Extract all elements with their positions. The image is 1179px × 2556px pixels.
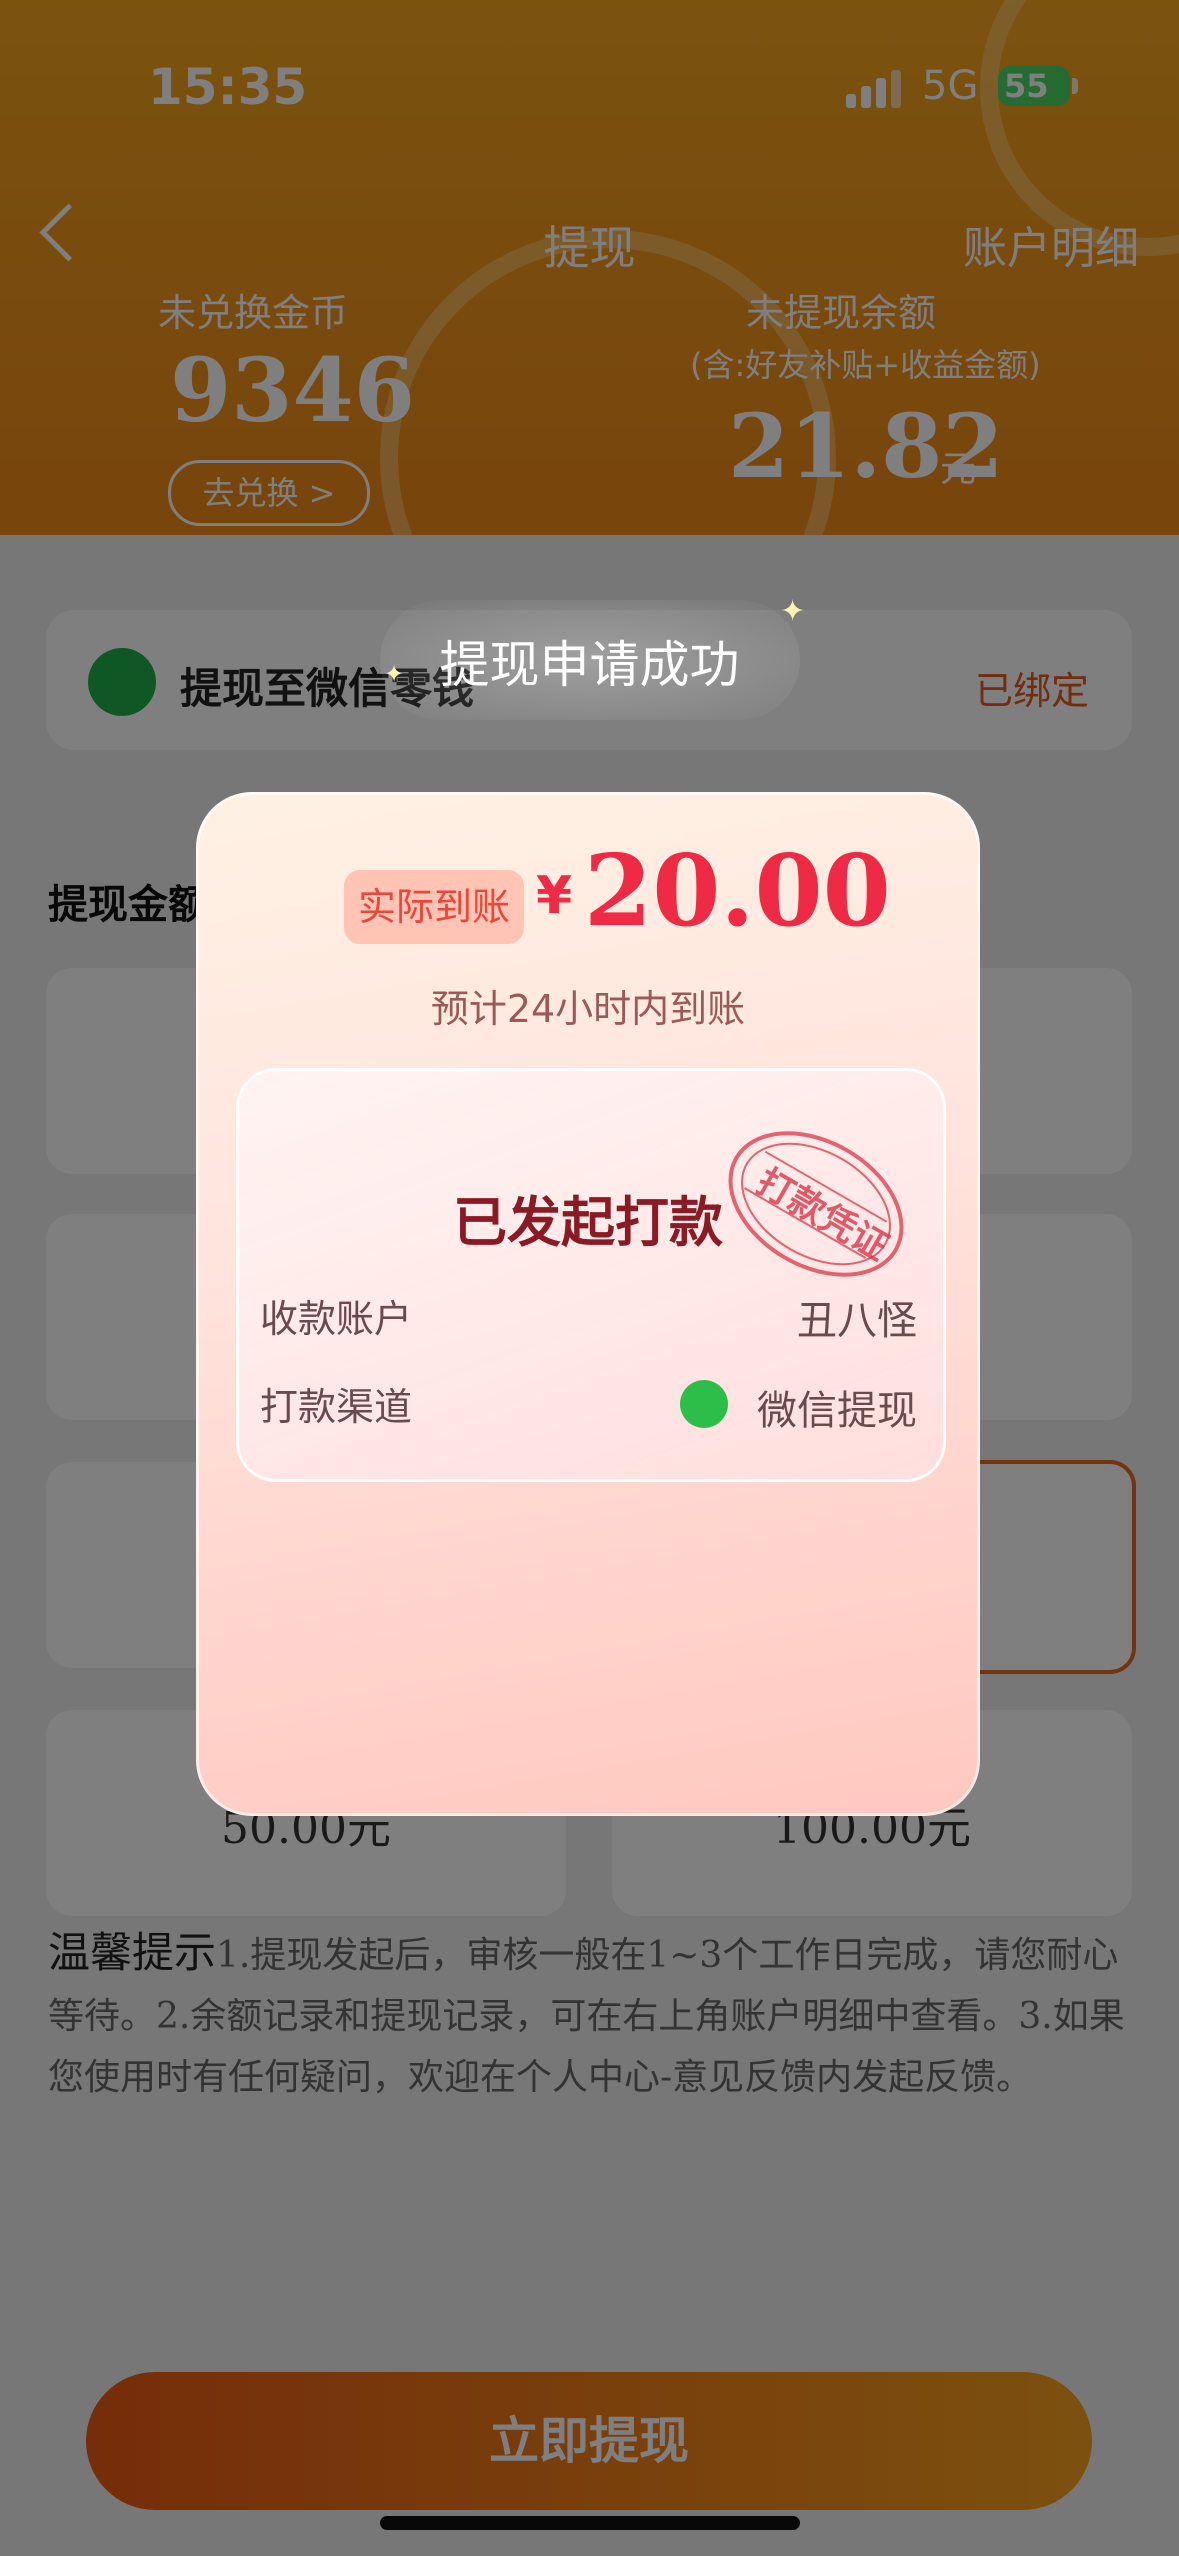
wechat-pay-icon [680, 1380, 728, 1428]
eta-text: 预计24小时内到账 [430, 987, 746, 1031]
account-value: 丑八怪 [797, 1298, 917, 1344]
sparkle-icon: ✦ [384, 660, 405, 688]
currency-symbol: ¥ [536, 866, 573, 926]
channel-value: 微信提现 [757, 1388, 917, 1434]
actual-amount-label: 实际到账 [344, 870, 524, 944]
success-toast: 提现申请成功 [439, 636, 740, 694]
account-label: 收款账户 [260, 1297, 413, 1341]
channel-label: 打款渠道 [260, 1385, 413, 1429]
sparkle-icon: ✦ [780, 594, 806, 629]
payout-amount: 20.00 [584, 834, 891, 949]
payout-status: 已发起打款 [453, 1191, 723, 1254]
